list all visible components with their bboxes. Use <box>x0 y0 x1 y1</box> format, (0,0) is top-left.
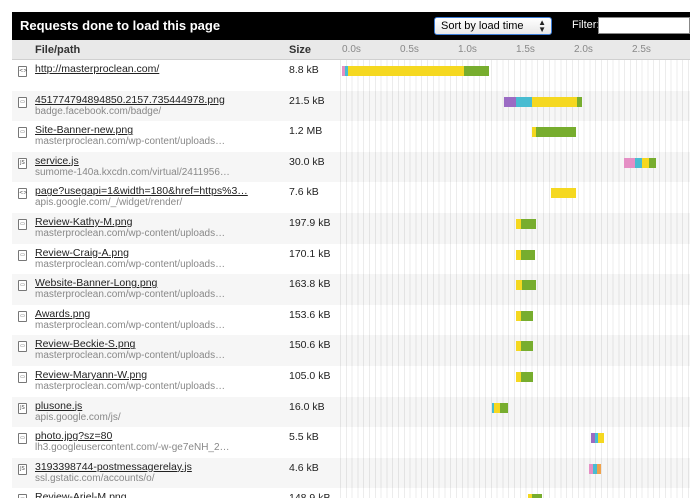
timing-bar[interactable] <box>12 219 690 229</box>
request-row[interactable]: ▭ Website-Banner-Long.png masterproclean.c… <box>12 274 690 305</box>
request-row[interactable]: ▭ Review-Kathy-M.png masterproclean.com/wp… <box>12 213 690 244</box>
request-row[interactable]: ▭ Review-Craig-A.png masterproclean.com/wp… <box>12 244 690 275</box>
request-row[interactable]: JS plusone.js apis.google.com/js/16.0 kB <box>12 397 690 428</box>
request-domain: apis.google.com/_/widget/render/ <box>35 197 183 209</box>
timing-bar[interactable] <box>12 280 690 291</box>
request-row[interactable]: JS 3193398744-postmessagerelay.js ssl.gsta… <box>12 458 690 489</box>
request-row[interactable]: ▭Review-Ariel-M.png148.9 kB <box>12 488 690 498</box>
timing-segment-receive <box>499 402 508 413</box>
timing-bar[interactable] <box>12 372 690 382</box>
filter-label: Filter: <box>572 19 600 31</box>
timing-bar[interactable] <box>12 310 690 321</box>
timing-segment-blocked <box>597 463 601 474</box>
timing-bar[interactable] <box>12 188 690 199</box>
sort-select-value: Sort by load time <box>441 20 524 32</box>
request-domain: masterproclean.com/wp-content/uploads… <box>35 136 226 148</box>
timing-segment-wait <box>642 157 650 168</box>
request-row[interactable]: ▭ photo.jpg?sz=80 lh3.googleusercontent.co… <box>12 427 690 458</box>
timing-segment-ssl <box>504 96 516 107</box>
timing-segment-wait <box>347 66 464 76</box>
select-arrows-icon: ▲ ▼ <box>538 18 546 34</box>
timing-segment-wait <box>598 433 605 444</box>
timing-bar[interactable] <box>12 463 690 474</box>
request-row[interactable]: <> page?usegapi=1&width=180&href=https%3…… <box>12 182 690 213</box>
request-row[interactable]: ▭ Site-Banner-new.png masterproclean.com/w… <box>12 121 690 152</box>
timing-segment-receive <box>520 219 536 229</box>
column-header: File/path Size 0.0s 0.5s 1.0s 1.5s 2.0s 2.5s <box>12 40 690 60</box>
timing-bar[interactable] <box>12 66 690 76</box>
request-domain: badge.facebook.com/badge/ <box>35 105 162 117</box>
timing-segment-receive <box>463 66 490 76</box>
timing-bar[interactable] <box>12 433 690 444</box>
request-domain: masterproclean.com/wp-content/uploads… <box>35 319 226 331</box>
request-list: <> http://masterproclean.com/8.8 kB ▭ 45177… <box>12 60 690 498</box>
requests-panel-header: Requests done to load this page Sort by … <box>12 12 690 40</box>
time-tick-label: 1.5s <box>516 44 535 55</box>
timing-segment-receive <box>520 341 534 352</box>
panel-title: Requests done to load this page <box>20 18 221 33</box>
request-domain: lh3.googleusercontent.com/-w-ge7eNH_2… <box>35 442 230 454</box>
timing-segment-receive <box>649 157 657 168</box>
time-tick-label: 2.0s <box>574 44 593 55</box>
request-domain: masterproclean.com/wp-content/uploads… <box>35 289 226 301</box>
timing-segment-wait <box>532 96 578 107</box>
request-domain: masterproclean.com/wp-content/uploads… <box>35 258 226 270</box>
sort-select[interactable]: Sort by load time ▲ ▼ <box>434 17 552 35</box>
timing-segment-receive <box>520 249 535 260</box>
time-tick-label: 0.0s <box>342 44 361 55</box>
request-row[interactable]: ▭ Awards.png masterproclean.com/wp-content… <box>12 305 690 336</box>
request-row[interactable]: ▭ 451774794894850.2157.735444978.png badge… <box>12 91 690 122</box>
time-tick-label: 2.5s <box>632 44 651 55</box>
column-file-path[interactable]: File/path <box>35 44 80 56</box>
timing-bar[interactable] <box>12 494 690 498</box>
timing-segment-dns <box>623 157 636 168</box>
timing-segment-receive <box>520 310 534 321</box>
timing-bar[interactable] <box>12 402 690 413</box>
timing-segment-wait <box>550 188 577 199</box>
timing-segment-receive <box>520 372 534 382</box>
timing-bar[interactable] <box>12 249 690 260</box>
request-row[interactable]: ▭ Review-Beckie-S.png masterproclean.com/w… <box>12 335 690 366</box>
timing-segment-receive <box>532 494 542 498</box>
request-row[interactable]: JS service.js sumome-140a.kxcdn.com/virtua… <box>12 152 690 183</box>
request-domain: sumome-140a.kxcdn.com/virtual/2411956… <box>35 166 230 178</box>
timing-bar[interactable] <box>12 127 690 138</box>
timing-bar[interactable] <box>12 341 690 352</box>
request-row[interactable]: <> http://masterproclean.com/8.8 kB <box>12 60 690 91</box>
timing-segment-receive <box>535 127 577 138</box>
timing-segment-connect <box>635 157 643 168</box>
request-domain: ssl.gstatic.com/accounts/o/ <box>35 472 155 484</box>
timing-segment-receive <box>577 96 583 107</box>
column-size[interactable]: Size <box>289 44 311 56</box>
request-domain: apis.google.com/js/ <box>35 411 121 423</box>
time-tick-label: 1.0s <box>458 44 477 55</box>
time-tick-label: 0.5s <box>400 44 419 55</box>
timing-bar[interactable] <box>12 96 690 107</box>
request-domain: masterproclean.com/wp-content/uploads… <box>35 228 226 239</box>
timing-bar[interactable] <box>12 157 690 168</box>
request-domain: masterproclean.com/wp-content/uploads… <box>35 350 226 362</box>
timing-segment-receive <box>521 280 536 291</box>
filter-input[interactable] <box>598 17 690 34</box>
request-domain: masterproclean.com/wp-content/uploads… <box>35 381 226 392</box>
request-row[interactable]: ▭ Review-Maryann-W.png masterproclean.com/… <box>12 366 690 397</box>
timing-segment-connect <box>516 96 533 107</box>
